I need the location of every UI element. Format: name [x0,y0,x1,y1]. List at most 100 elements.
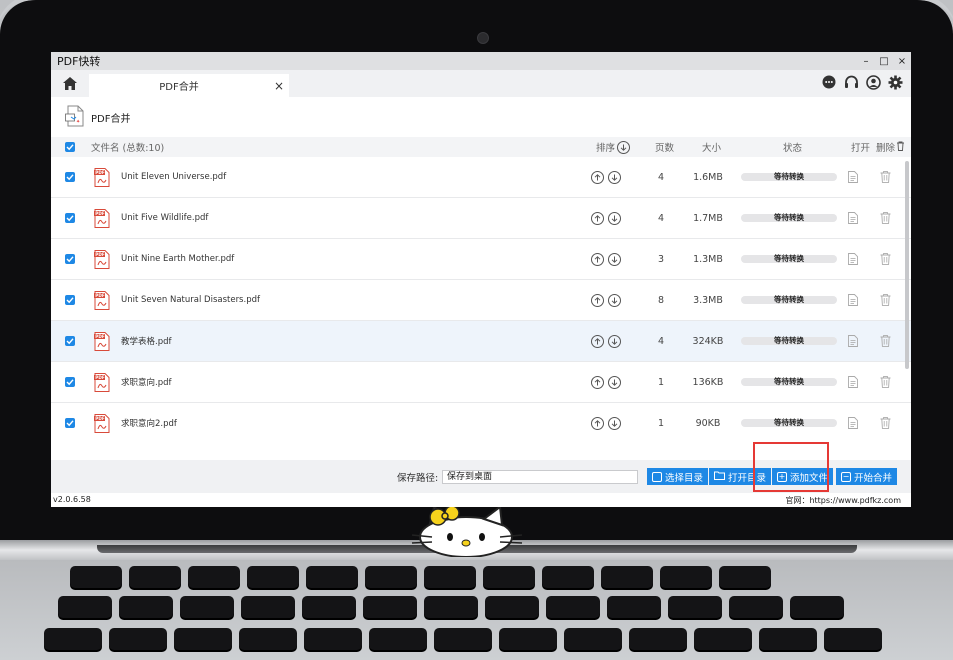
chat-icon[interactable] [821,74,837,90]
add-file-label: 添加文件 [790,472,829,484]
checkbox-checked-icon [65,418,75,428]
save-path-input[interactable] [442,469,638,484]
open-file-icon[interactable] [848,157,858,197]
status-badge: 等待转换 [741,337,837,345]
delete-file-icon[interactable] [880,198,891,238]
open-file-icon[interactable] [848,403,858,439]
maximize-button[interactable]: □ [875,56,893,67]
merge-icon: − [841,471,851,482]
file-row[interactable]: PDF 求职意向.pdf 1 136KB 等待转换 [51,362,911,403]
move-down-icon[interactable] [608,334,621,348]
file-row[interactable]: PDF 教学表格.pdf 4 324KB 等待转换 [51,321,911,362]
header-delete-label: 删除 [876,143,896,154]
pdf-file-icon: PDF [89,249,115,269]
open-file-icon[interactable] [848,280,858,320]
status-badge: 等待转换 [741,214,837,222]
file-row[interactable]: PDF Unit Five Wildlife.pdf 4 1.7MB 等待转换 [51,198,911,239]
move-up-icon[interactable] [591,334,604,348]
open-file-icon[interactable] [848,239,858,279]
move-up-icon[interactable] [591,170,604,184]
key [302,596,356,618]
headset-icon[interactable] [843,74,859,90]
svg-text:PDF: PDF [95,416,105,421]
sort-buttons [591,239,621,279]
file-row[interactable]: PDF 求职意向2.pdf 1 90KB 等待转换 [51,403,911,439]
open-directory-label: 打开目录 [728,472,767,484]
move-up-icon[interactable] [591,293,604,307]
row-checkbox[interactable] [51,254,89,264]
key [660,566,712,588]
open-file-icon[interactable] [848,362,858,402]
delete-file-icon[interactable] [880,403,891,439]
minimize-button[interactable]: – [857,56,875,67]
scrollbar[interactable] [905,161,909,369]
user-icon[interactable] [865,74,881,90]
file-size: 1.3MB [693,253,723,265]
file-pages: 4 [657,171,665,183]
file-size: 90KB [695,417,721,429]
file-row[interactable]: PDF Unit Nine Earth Mother.pdf 3 1.3MB 等… [51,239,911,280]
open-file-icon[interactable] [848,198,858,238]
title-bar: PDF快转 – □ × [51,52,911,70]
key [58,596,112,618]
move-down-icon[interactable] [608,211,621,225]
header-sort-label: 排序 [596,143,616,154]
delete-file-icon[interactable] [880,321,891,361]
key [607,596,661,618]
start-merge-label: 开始合并 [854,472,893,484]
key [542,566,594,588]
file-size: 324KB [692,335,724,347]
key [546,596,600,618]
row-checkbox[interactable] [51,418,89,428]
app-window: PDF快转 – □ × PDF合并 × ✦ PDF合并 文件名 (总数:10) … [51,52,911,507]
move-down-icon[interactable] [608,416,621,430]
header-sort[interactable]: 排序 [596,140,631,154]
move-down-icon[interactable] [608,375,621,389]
move-down-icon[interactable] [608,293,621,307]
tab-pdf-merge[interactable]: PDF合并 × [89,74,289,97]
gear-icon[interactable] [887,74,903,90]
key [668,596,722,618]
row-checkbox[interactable] [51,377,89,387]
move-down-icon[interactable] [608,170,621,184]
row-checkbox[interactable] [51,336,89,346]
file-status: 等待转换 [741,239,837,279]
file-name: Unit Eleven Universe.pdf [121,172,227,182]
delete-file-icon[interactable] [880,362,891,402]
delete-file-icon[interactable] [880,280,891,320]
header-open: 打开 [851,143,871,154]
tab-close-button[interactable]: × [269,79,289,93]
move-up-icon[interactable] [591,416,604,430]
move-down-icon[interactable] [608,252,621,266]
move-up-icon[interactable] [591,211,604,225]
header-delete-all[interactable]: 删除 [876,140,905,154]
move-up-icon[interactable] [591,252,604,266]
file-row[interactable]: PDF Unit Eleven Universe.pdf 4 1.6MB 等待转… [51,157,911,198]
svg-text:PDF: PDF [95,293,105,298]
website-link[interactable]: 官网：https://www.pdfkz.com [785,495,901,506]
close-button[interactable]: × [893,56,911,67]
delete-file-icon[interactable] [880,239,891,279]
row-checkbox[interactable] [51,172,89,182]
checkbox-checked-icon [65,254,75,264]
start-merge-button[interactable]: − 开始合并 [836,468,898,485]
key [247,566,299,588]
file-row[interactable]: PDF Unit Seven Natural Disasters.pdf 8 3… [51,280,911,321]
status-badge: 等待转换 [741,419,837,427]
file-name: 求职意向2.pdf [121,419,177,429]
list-header: 文件名 (总数:10) 排序 页数 大小 状态 打开 删除 [51,137,911,157]
select-all-checkbox[interactable] [51,142,89,152]
hello-kitty-sticker [411,505,523,557]
camera-icon [477,32,489,44]
add-file-button[interactable]: + 添加文件 [772,468,834,485]
home-icon[interactable] [51,70,89,97]
move-up-icon[interactable] [591,375,604,389]
open-directory-button[interactable]: 打开目录 [709,468,772,485]
choose-directory-button[interactable]: 选择目录 [647,468,709,485]
open-file-icon[interactable] [848,321,858,361]
row-checkbox[interactable] [51,295,89,305]
row-checkbox[interactable] [51,213,89,223]
status-line: v2.0.6.58 官网：https://www.pdfkz.com [51,493,911,507]
file-size: 1.6MB [693,171,723,183]
delete-file-icon[interactable] [880,157,891,197]
